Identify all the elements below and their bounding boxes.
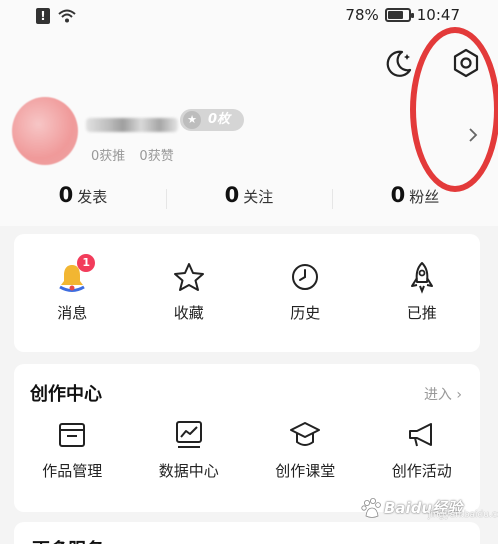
action-history-label: 历史	[290, 304, 321, 322]
creation-classroom-label: 创作课堂	[275, 462, 336, 480]
creation-works-label: 作品管理	[42, 462, 103, 480]
baidu-watermark: Baidu经验 jingyan.baidu.com	[358, 494, 498, 522]
creation-center-card: 创作中心 进入 › 作品管理 数据中心 创作课堂 创作活动	[14, 364, 480, 512]
profile-header: ! 78% 10:47 ★ 0枚 0获推 0获赞 0 发表 0 关注 0 粉丝	[0, 0, 498, 226]
stats-row: 0 发表 0 关注 0 粉丝	[0, 183, 498, 219]
action-favorites-label: 收藏	[173, 304, 204, 322]
stat-posts-count: 0	[58, 183, 74, 207]
creation-center-title: 创作中心	[30, 384, 102, 405]
received-likes: 0获赞	[139, 149, 174, 164]
stat-followers-label: 粉丝	[409, 188, 440, 206]
creation-classroom[interactable]: 创作课堂	[247, 418, 364, 481]
baidu-paw-icon	[361, 498, 381, 518]
action-messages[interactable]: 1 消息	[14, 254, 131, 323]
creation-activities-label: 创作活动	[391, 462, 452, 480]
creation-data-center[interactable]: 数据中心	[131, 418, 248, 481]
chevron-right-icon[interactable]	[464, 126, 482, 144]
watermark-url: jingyan.baidu.com	[428, 510, 498, 520]
folder-icon	[59, 423, 86, 447]
settings-icon[interactable]	[450, 47, 482, 79]
more-services-card: 更多服务	[14, 522, 480, 544]
creation-activities[interactable]: 创作活动	[364, 418, 481, 481]
megaphone-icon	[408, 423, 432, 447]
medal-count: 0枚	[208, 112, 231, 127]
night-mode-icon[interactable]	[382, 48, 414, 80]
wifi-icon	[58, 9, 76, 23]
creation-data-label: 数据中心	[158, 462, 219, 480]
medal-icon: ★	[183, 111, 201, 129]
clock-time: 10:47	[416, 6, 460, 24]
stat-following-count: 0	[224, 183, 240, 207]
creation-works-management[interactable]: 作品管理	[14, 418, 131, 481]
stat-followers-count: 0	[390, 183, 406, 207]
alert-icon: !	[36, 8, 50, 24]
stat-following-label: 关注	[243, 188, 274, 206]
rocket-icon	[410, 262, 433, 294]
action-messages-label: 消息	[57, 304, 88, 322]
stat-followers[interactable]: 0 粉丝	[332, 183, 498, 219]
received-recommend: 0获推	[91, 149, 126, 164]
action-recommended-label: 已推	[406, 304, 437, 322]
battery-percent: 78%	[345, 6, 379, 24]
stat-posts[interactable]: 0 发表	[0, 183, 166, 219]
notification-badge: 1	[77, 254, 96, 272]
stat-following[interactable]: 0 关注	[166, 183, 332, 219]
avatar[interactable]	[12, 97, 78, 165]
action-history[interactable]: 历史	[247, 260, 364, 323]
stat-posts-label: 发表	[77, 188, 108, 206]
action-favorites[interactable]: 收藏	[131, 260, 248, 323]
profile-substats: 0获推 0获赞	[91, 145, 174, 164]
quick-actions-card: 1 消息 收藏 历史 已推	[14, 234, 480, 352]
creation-center-enter-link[interactable]: 进入 ›	[424, 384, 462, 404]
medal-badge[interactable]: ★ 0枚	[180, 109, 245, 131]
status-bar: ! 78% 10:47	[0, 0, 498, 34]
star-icon	[173, 263, 204, 291]
battery-icon	[384, 8, 414, 22]
username-blurred[interactable]	[86, 118, 178, 132]
more-services-title: 更多服务	[32, 536, 104, 544]
action-recommended[interactable]: 已推	[364, 260, 481, 323]
bell-icon: 1	[55, 254, 96, 294]
clock-icon	[292, 264, 319, 290]
graduation-cap-icon	[290, 422, 321, 446]
chart-icon	[175, 421, 202, 448]
